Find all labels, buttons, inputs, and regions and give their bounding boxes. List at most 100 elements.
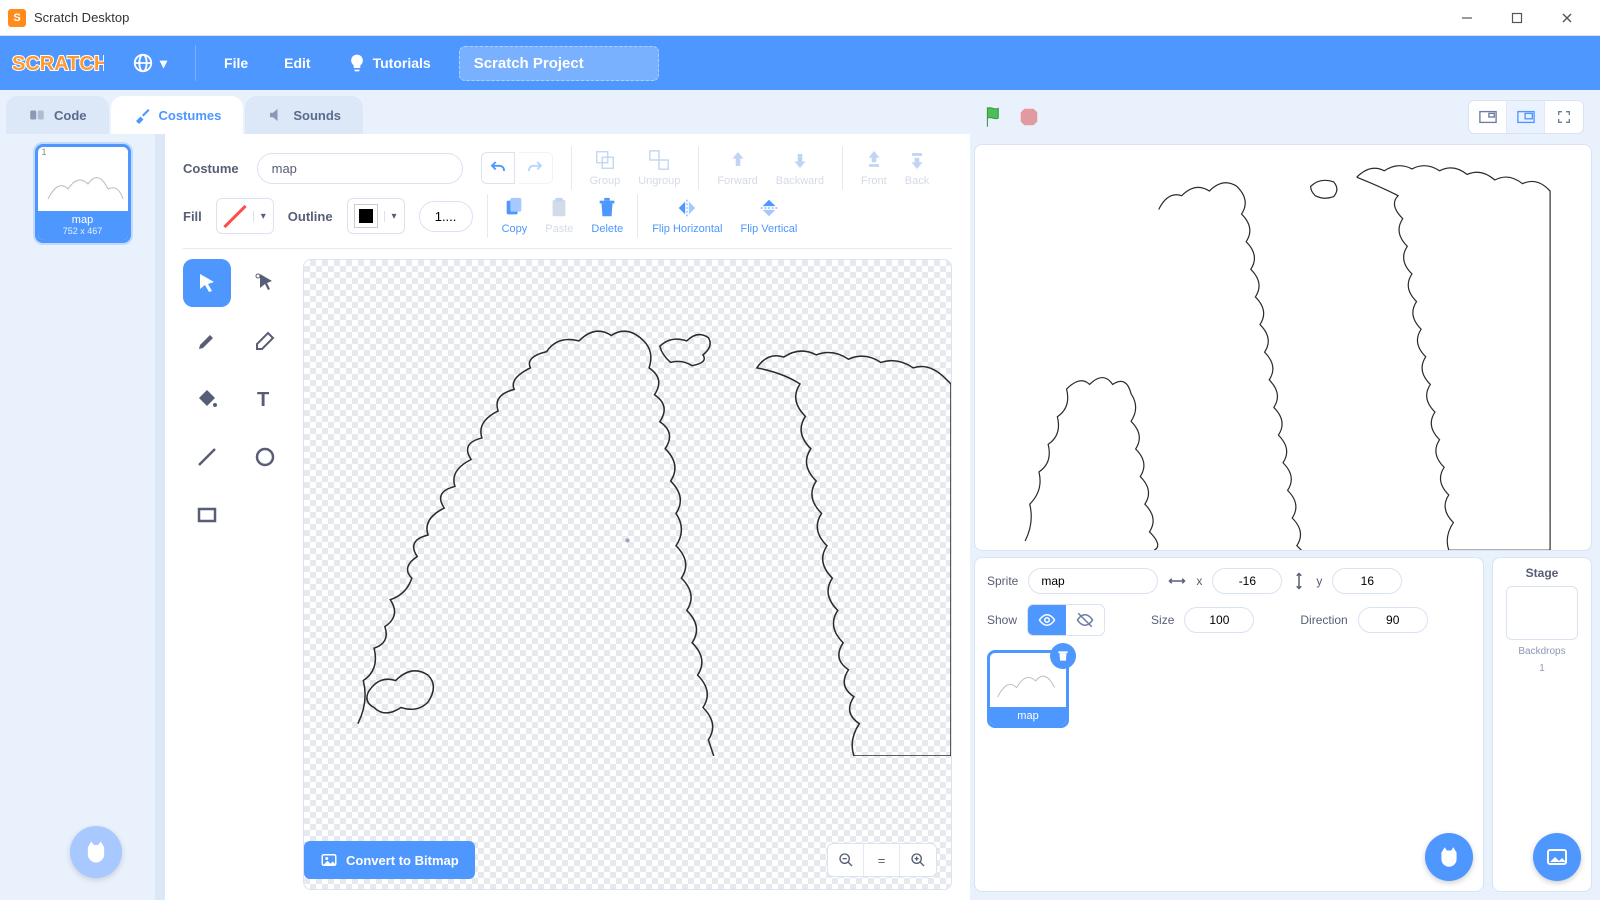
green-flag-button[interactable] (982, 104, 1008, 130)
app-icon: S (8, 9, 26, 27)
stage-title: Stage (1526, 566, 1559, 580)
stage-small-button[interactable] (1469, 101, 1507, 133)
cat-icon (1436, 844, 1462, 870)
window-minimize-button[interactable] (1442, 2, 1492, 34)
show-sprite-button[interactable] (1028, 605, 1066, 635)
sprite-tile[interactable]: map (987, 650, 1069, 728)
stage-backdrop-thumb[interactable] (1506, 586, 1578, 640)
window-title: Scratch Desktop (34, 10, 1442, 25)
forward-button[interactable]: Forward (717, 149, 757, 187)
undo-button[interactable] (481, 152, 515, 184)
flip-horizontal-button[interactable]: Flip Horizontal (652, 197, 722, 235)
delete-sprite-button[interactable] (1050, 643, 1076, 669)
backdrops-count: 1 (1539, 663, 1545, 674)
costume-index: 1 (38, 147, 128, 159)
stage-preview[interactable] (974, 144, 1592, 551)
fill-swatch[interactable]: ▾ (216, 198, 274, 234)
brush-icon (133, 106, 151, 124)
front-button[interactable]: Front (861, 149, 887, 187)
sprite-tile-name: map (990, 707, 1066, 725)
text-tool[interactable]: T (241, 375, 289, 423)
group-button[interactable]: Group (590, 149, 621, 187)
stage-panel: Stage Backdrops 1 (1492, 557, 1592, 892)
paint-tools: T (183, 259, 289, 890)
costume-name-input[interactable] (257, 153, 463, 184)
costume-dims: 752 x 467 (38, 226, 128, 236)
ungroup-button[interactable]: Ungroup (638, 149, 680, 187)
zoom-out-button[interactable] (828, 844, 864, 876)
stage-large-button[interactable] (1507, 101, 1545, 133)
sprite-label: Sprite (987, 574, 1018, 588)
zoom-in-button[interactable] (900, 844, 936, 876)
costume-name: map (72, 214, 93, 226)
sprite-x-input[interactable] (1212, 568, 1282, 594)
svg-text:SCRATCH: SCRATCH (12, 53, 104, 75)
circle-tool[interactable] (241, 433, 289, 481)
rectangle-tool[interactable] (183, 491, 231, 539)
x-label: x (1196, 574, 1202, 588)
tab-costumes[interactable]: Costumes (111, 96, 244, 134)
backward-button[interactable]: Backward (776, 149, 824, 187)
flip-vertical-button[interactable]: Flip Vertical (741, 197, 798, 235)
brush-tool[interactable] (183, 317, 231, 365)
zoom-reset-button[interactable]: = (864, 844, 900, 876)
x-arrow-icon (1168, 574, 1186, 588)
y-label: y (1316, 574, 1322, 588)
window-titlebar: S Scratch Desktop (0, 0, 1600, 36)
tab-costumes-label: Costumes (159, 108, 222, 123)
costume-thumb-preview (38, 159, 128, 211)
add-sprite-fab[interactable] (1425, 833, 1473, 881)
image-icon (1545, 845, 1569, 869)
add-costume-fab[interactable] (70, 826, 122, 878)
stage-fullscreen-button[interactable] (1545, 101, 1583, 133)
line-tool[interactable] (183, 433, 231, 481)
paint-editor: Costume Group Ungroup Forward Backward (165, 134, 970, 900)
scratch-logo[interactable]: SCRATCH (12, 47, 104, 79)
chevron-down-icon: ▾ (253, 211, 273, 222)
svg-text:T: T (257, 389, 269, 411)
reshape-tool[interactable] (241, 259, 289, 307)
copy-button[interactable]: Copy (502, 197, 528, 235)
stroke-width-input[interactable] (419, 201, 473, 232)
add-backdrop-fab[interactable] (1533, 833, 1581, 881)
paste-button[interactable]: Paste (545, 197, 573, 235)
window-close-button[interactable] (1542, 2, 1592, 34)
chevron-down-icon: ▾ (384, 211, 404, 222)
redo-button[interactable] (519, 152, 553, 184)
tutorials-menu[interactable]: Tutorials (339, 47, 439, 79)
delete-button[interactable]: Delete (591, 197, 623, 235)
costume-thumb[interactable]: 1 map 752 x 467 (35, 144, 131, 243)
code-icon (28, 106, 46, 124)
stop-button[interactable] (1018, 106, 1040, 128)
convert-to-bitmap-button[interactable]: Convert to Bitmap (304, 841, 475, 879)
outline-label: Outline (288, 209, 333, 224)
file-menu[interactable]: File (216, 49, 256, 77)
select-tool[interactable] (183, 259, 231, 307)
back-button[interactable]: Back (905, 149, 929, 187)
backdrops-label: Backdrops (1518, 646, 1565, 657)
hide-sprite-button[interactable] (1066, 605, 1104, 635)
fill-tool[interactable] (183, 375, 231, 423)
sprite-name-input[interactable] (1028, 568, 1158, 594)
tab-sounds[interactable]: Sounds (245, 96, 363, 134)
direction-label: Direction (1300, 613, 1347, 627)
tab-code[interactable]: Code (6, 96, 109, 134)
eraser-tool[interactable] (241, 317, 289, 365)
cat-icon (82, 838, 110, 866)
fill-label: Fill (183, 209, 202, 224)
project-name-input[interactable]: Scratch Project (459, 46, 659, 81)
size-label: Size (1151, 613, 1174, 627)
edit-menu[interactable]: Edit (276, 49, 318, 77)
costume-list-scrollbar[interactable] (155, 134, 165, 900)
sprite-y-input[interactable] (1332, 568, 1402, 594)
window-maximize-button[interactable] (1492, 2, 1542, 34)
zoom-controls: = (827, 843, 937, 877)
sprite-info-panel: Sprite x y Show Size (974, 557, 1484, 892)
paint-canvas[interactable]: Convert to Bitmap = (303, 259, 952, 890)
sprite-direction-input[interactable] (1358, 607, 1428, 633)
costume-name-label: Costume (183, 161, 239, 176)
outline-swatch[interactable]: ▾ (347, 198, 405, 234)
language-menu[interactable]: ▾ (124, 46, 175, 80)
tutorials-label: Tutorials (373, 55, 431, 71)
sprite-size-input[interactable] (1184, 607, 1254, 633)
